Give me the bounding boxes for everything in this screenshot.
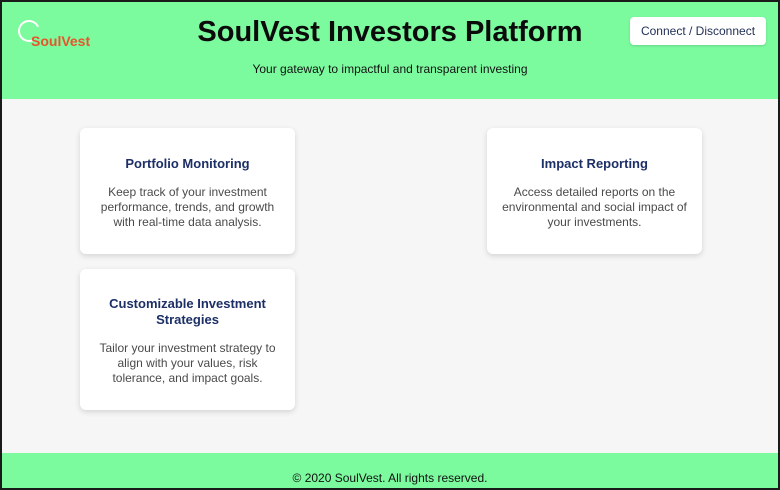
page-header: SoulVest SoulVest Investors Platform You…: [2, 2, 778, 99]
feature-card-portfolio-monitoring: Portfolio Monitoring Keep track of your …: [80, 128, 295, 254]
copyright-text: © 2020 SoulVest. All rights reserved.: [292, 471, 488, 485]
feature-card-title: Customizable Investment Strategies: [109, 296, 266, 327]
feature-card-impact-reporting: Impact Reporting Access detailed reports…: [487, 128, 702, 254]
feature-card-description: Access detailed reports on the environme…: [502, 185, 687, 229]
feature-card-customizable-strategies: Customizable Investment Strategies Tailo…: [80, 269, 295, 410]
feature-card-description: Tailor your investment strategy to align…: [99, 341, 276, 385]
feature-card-description: Keep track of your investment performanc…: [100, 185, 275, 229]
feature-card-title: Impact Reporting: [541, 156, 648, 171]
page-subtitle: Your gateway to impactful and transparen…: [252, 62, 528, 76]
page-footer: © 2020 SoulVest. All rights reserved.: [2, 453, 778, 488]
connect-disconnect-button[interactable]: Connect / Disconnect: [630, 17, 766, 45]
feature-card-title: Portfolio Monitoring: [125, 156, 250, 171]
app-frame: SoulVest SoulVest Investors Platform You…: [0, 0, 780, 490]
